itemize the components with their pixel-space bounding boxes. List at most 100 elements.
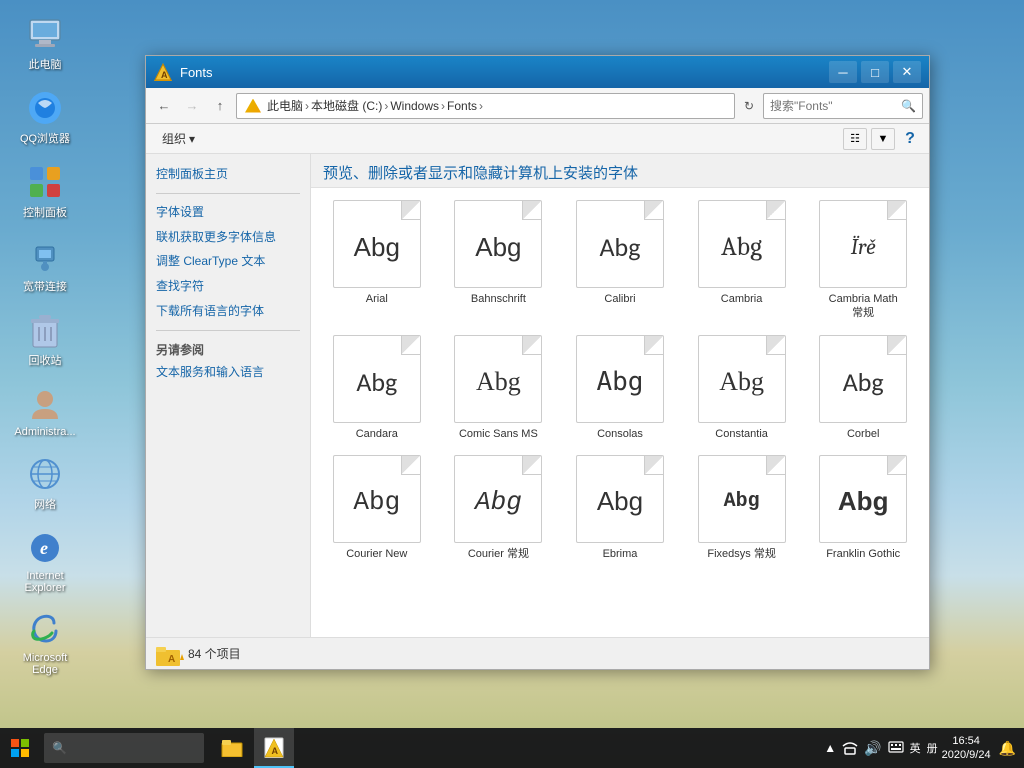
font-name-constantia: Constantia (715, 427, 768, 441)
desktop-icon-recycle-bin[interactable]: 回收站 (10, 306, 80, 372)
organize-label: 组织 (162, 130, 186, 147)
get-more-fonts-link[interactable]: 联机获取更多字体信息 (156, 229, 300, 246)
tray-lang-en[interactable]: 英 (910, 740, 921, 756)
title-bar: A Fonts ─ □ ✕ (146, 56, 929, 88)
font-item-consolas[interactable]: Abg Consolas (562, 331, 678, 445)
font-item-candara[interactable]: Abg Candara (319, 331, 435, 445)
taskbar-apps: A (212, 728, 294, 768)
font-name-comic-sans: Comic Sans MS (459, 427, 538, 441)
font-name-candara: Candara (356, 427, 398, 441)
font-icon-cambria-math: Ïrě (819, 200, 907, 288)
address-folder-icon (245, 99, 261, 113)
fonts-grid: Abg Arial Abg Bahnschrift (319, 196, 921, 565)
font-settings-link[interactable]: 字体设置 (156, 204, 300, 221)
desktop-icon-label: Microsoft Edge (23, 652, 68, 676)
close-button[interactable]: ✕ (893, 61, 921, 83)
panel-divider-1 (156, 193, 300, 194)
font-item-cambria[interactable]: Abg Cambria (684, 196, 800, 325)
font-item-franklin-gothic[interactable]: Abg Franklin Gothic (805, 451, 921, 565)
main-area: 控制面板主页 字体设置 联机获取更多字体信息 调整 ClearType 文本 查… (146, 154, 929, 637)
status-count: 84 个项目 (188, 645, 241, 662)
taskbar-app-explorer[interactable] (212, 728, 252, 768)
search-box[interactable]: 🔍 (763, 93, 923, 119)
download-fonts-link[interactable]: 下载所有语言的字体 (156, 303, 300, 320)
see-also-title: 另请参阅 (156, 341, 300, 358)
back-button[interactable]: ← (152, 94, 176, 118)
tray-network-icon[interactable] (842, 739, 858, 758)
font-item-calibri[interactable]: Abg Calibri (562, 196, 678, 325)
control-panel-icon (25, 162, 65, 202)
font-item-fixedsys[interactable]: Abg Fixedsys 常规 (684, 451, 800, 565)
desktop-icon-my-computer[interactable]: 此电脑 (10, 10, 80, 76)
font-item-arial[interactable]: Abg Arial (319, 196, 435, 325)
search-icon: 🔍 (901, 99, 916, 113)
svg-text:A: A (272, 746, 279, 756)
up-button[interactable]: ↑ (208, 94, 232, 118)
desktop-icon-qq-browser[interactable]: QQ浏览器 (10, 84, 80, 150)
desktop-icons: 此电脑 QQ浏览器 控制面板 (10, 10, 80, 680)
font-item-courier-regular[interactable]: Abg Courier 常规 (441, 451, 557, 565)
fonts-grid-area[interactable]: Abg Arial Abg Bahnschrift (311, 188, 929, 637)
desktop-icon-ie[interactable]: e Internet Explorer (10, 524, 80, 598)
left-panel: 控制面板主页 字体设置 联机获取更多字体信息 调整 ClearType 文本 查… (146, 154, 311, 637)
search-input[interactable] (770, 99, 897, 113)
address-path: 此电脑 › 本地磁盘 (C:) › Windows › Fonts › (267, 97, 483, 114)
forward-button[interactable]: → (180, 94, 204, 118)
font-icon-candara: Abg (333, 335, 421, 423)
maximize-button[interactable]: □ (861, 61, 889, 83)
font-item-ebrima[interactable]: Abg Ebrima (562, 451, 678, 565)
font-name-cambria-math: Cambria Math常规 (829, 292, 898, 321)
taskbar-app-fonts[interactable]: A (254, 728, 294, 768)
refresh-button[interactable]: ↻ (739, 96, 759, 116)
font-name-consolas: Consolas (597, 427, 643, 441)
find-char-link[interactable]: 查找字符 (156, 278, 300, 295)
start-button[interactable] (0, 728, 40, 768)
desktop-icon-admin[interactable]: Administra... (10, 380, 80, 442)
help-button[interactable]: ? (899, 128, 921, 150)
desktop-icon-label: Internet Explorer (25, 570, 66, 594)
search-icon: 🔍 (52, 741, 67, 755)
font-icon-consolas: Abg (576, 335, 664, 423)
desktop-icon-broadband[interactable]: 宽带连接 (10, 232, 80, 298)
tray-keyboard-icon[interactable] (888, 741, 904, 756)
my-computer-icon (25, 14, 65, 54)
font-icon-bahnschrift: Abg (454, 200, 542, 288)
cleartype-link[interactable]: 调整 ClearType 文本 (156, 253, 300, 270)
tray-volume-icon[interactable]: 🔊 (864, 740, 881, 757)
font-item-constantia[interactable]: Abg Constantia (684, 331, 800, 445)
panel-divider-2 (156, 330, 300, 331)
font-item-courier-new[interactable]: Abg Courier New (319, 451, 435, 565)
broadband-icon (25, 236, 65, 276)
control-panel-home-link[interactable]: 控制面板主页 (156, 166, 300, 183)
view-button[interactable]: ☷ (843, 128, 867, 150)
recycle-bin-icon (25, 310, 65, 350)
font-name-franklin-gothic: Franklin Gothic (826, 547, 900, 561)
svg-text:e: e (40, 538, 48, 558)
font-item-comic-sans[interactable]: Abg Comic Sans MS (441, 331, 557, 445)
path-part-2: 本地磁盘 (C:) (311, 97, 382, 114)
text-services-link[interactable]: 文本服务和输入语言 (156, 364, 300, 381)
window-title: Fonts (180, 65, 821, 80)
view-dropdown-button[interactable]: ▼ (871, 128, 895, 150)
admin-icon (25, 384, 65, 424)
minimize-button[interactable]: ─ (829, 61, 857, 83)
page-header: 预览、删除或者显示和隐藏计算机上安装的字体 (311, 154, 929, 188)
page-title: 预览、删除或者显示和隐藏计算机上安装的字体 (323, 165, 638, 182)
font-item-cambria-math[interactable]: Ïrě Cambria Math常规 (805, 196, 921, 325)
font-name-courier-regular: Courier 常规 (468, 547, 529, 561)
font-name-courier-new: Courier New (346, 547, 407, 561)
tray-chevron-icon[interactable]: ▲ (824, 741, 836, 755)
tray-notification-icon[interactable]: 🔔 (999, 740, 1016, 757)
desktop-icon-label: 此电脑 (29, 56, 62, 72)
address-box[interactable]: 此电脑 › 本地磁盘 (C:) › Windows › Fonts › (236, 93, 735, 119)
tray-time[interactable]: 16:54 2020/9/24 (942, 734, 991, 763)
font-icon-constantia: Abg (698, 335, 786, 423)
taskbar-search[interactable]: 🔍 (44, 733, 204, 763)
desktop-icon-network[interactable]: 网络 (10, 450, 80, 516)
organize-button[interactable]: 组织 ▾ (154, 128, 203, 150)
desktop-icon-edge[interactable]: Microsoft Edge (10, 606, 80, 680)
desktop-icon-control-panel[interactable]: 控制面板 (10, 158, 80, 224)
tray-lang-layout[interactable]: 册 (927, 740, 938, 756)
font-item-corbel[interactable]: Abg Corbel (805, 331, 921, 445)
font-item-bahnschrift[interactable]: Abg Bahnschrift (441, 196, 557, 325)
